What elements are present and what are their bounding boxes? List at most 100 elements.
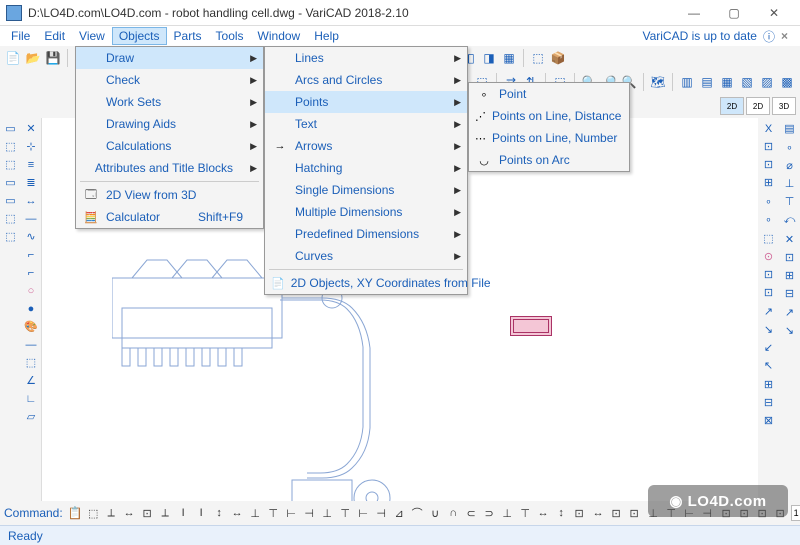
bottom-toolbar-button[interactable]: ⊂ <box>463 505 480 522</box>
toolbar-button[interactable]: ∘ <box>760 211 777 228</box>
toolbar-button[interactable]: ⊟ <box>760 394 777 411</box>
menu-item-single-dimensions[interactable]: Single Dimensions▶ <box>265 179 467 201</box>
bottom-toolbar-button[interactable]: ⊥ <box>247 505 264 522</box>
bottom-toolbar-button[interactable]: ↔ <box>229 505 246 522</box>
menu-objects[interactable]: Objects <box>112 27 167 45</box>
menu-item-2d-view-from-3d[interactable]: 🗔2D View from 3D <box>76 184 263 206</box>
toolbar-button[interactable]: ⌐ <box>23 246 40 263</box>
menu-edit[interactable]: Edit <box>37 27 72 45</box>
bottom-toolbar-button[interactable]: ⊿ <box>391 505 408 522</box>
menu-item-multiple-dimensions[interactable]: Multiple Dimensions▶ <box>265 201 467 223</box>
toolbar-button[interactable]: ⊞ <box>760 174 777 191</box>
toolbar-button[interactable]: ▦ <box>718 73 736 91</box>
info-icon[interactable]: ⓘ <box>763 28 775 45</box>
toolbar-button[interactable]: ⬚ <box>2 138 19 155</box>
bottom-toolbar-button[interactable]: ∪ <box>427 505 444 522</box>
menu-file[interactable]: File <box>4 27 37 45</box>
toolbar-button[interactable]: ∠ <box>23 372 40 389</box>
menu-item-2d-objects-xy-coordinates-from-file[interactable]: 📄2D Objects, XY Coordinates from File <box>265 272 467 294</box>
bottom-toolbar-button[interactable]: ⊤ <box>337 505 354 522</box>
menu-item-text[interactable]: Text▶ <box>265 113 467 135</box>
menu-tools[interactable]: Tools <box>209 27 251 45</box>
menu-item-predefined-dimensions[interactable]: Predefined Dimensions▶ <box>265 223 467 245</box>
toolbar-button[interactable]: ▨ <box>758 73 776 91</box>
toolbar-button[interactable]: ⌀ <box>781 157 798 174</box>
bottom-toolbar-button[interactable]: ⟂ <box>157 505 174 522</box>
menu-item-points[interactable]: Points▶ <box>265 91 467 113</box>
toolbar-button[interactable]: ↗ <box>781 304 798 321</box>
toolbar-button[interactable]: ✕ <box>781 231 798 248</box>
bottom-toolbar-button[interactable]: ⊃ <box>481 505 498 522</box>
toolbar-button[interactable]: 📂 <box>24 49 42 67</box>
toolbar-button[interactable]: ⬚ <box>760 230 777 247</box>
bottom-toolbar-button[interactable]: ↔ <box>121 505 138 522</box>
toolbar-button[interactable]: ▭ <box>2 174 19 191</box>
toolbar-button[interactable]: ⌐ <box>23 264 40 281</box>
toolbar-button[interactable]: ▩ <box>778 73 796 91</box>
toolbar-button[interactable]: 📦 <box>549 49 567 67</box>
toolbar-button[interactable]: ○ <box>23 282 40 299</box>
bottom-toolbar-button[interactable]: ⟂ <box>103 505 120 522</box>
bottom-toolbar-button[interactable]: ⊡ <box>571 505 588 522</box>
toolbar-button[interactable]: ▭ <box>2 192 19 209</box>
toolbar-button[interactable]: ⊞ <box>781 267 798 284</box>
toolbar-button[interactable]: ↖ <box>760 357 777 374</box>
toolbar-button[interactable]: ∘ <box>760 193 777 210</box>
bottom-toolbar-button[interactable]: ↕ <box>211 505 228 522</box>
bottom-toolbar-button[interactable]: ↔ <box>535 505 552 522</box>
toolbar-button[interactable]: ⊡ <box>781 249 798 266</box>
bottom-toolbar-button[interactable]: ↕ <box>553 505 570 522</box>
toolbar-button[interactable]: ⊥ <box>781 175 798 192</box>
menu-item-hatching[interactable]: Hatching▶ <box>265 157 467 179</box>
toolbar-button[interactable]: ▱ <box>23 408 40 425</box>
menu-item-points-on-arc[interactable]: ◡Points on Arc <box>469 149 629 171</box>
menu-window[interactable]: Window <box>251 27 308 45</box>
menu-item-lines[interactable]: Lines▶ <box>265 47 467 69</box>
toolbar-button[interactable]: ↗ <box>760 303 777 320</box>
menu-view[interactable]: View <box>72 27 112 45</box>
bottom-toolbar-button[interactable]: ⊡ <box>139 505 156 522</box>
toolbar-button[interactable]: ⊞ <box>760 376 777 393</box>
bottom-toolbar-button[interactable]: ↔ <box>590 505 607 522</box>
bottom-toolbar-button[interactable]: ⊥ <box>319 505 336 522</box>
menu-help[interactable]: Help <box>307 27 346 45</box>
toolbar-button[interactable]: ⤺ <box>781 212 798 229</box>
toolbar-button[interactable]: ∟ <box>23 390 40 407</box>
toolbar-button[interactable]: ↘ <box>781 322 798 339</box>
bottom-toolbar-button[interactable]: ⊤ <box>265 505 282 522</box>
toolbar-button[interactable]: — <box>23 210 40 227</box>
title-block-object[interactable] <box>510 316 552 336</box>
close-button[interactable]: ✕ <box>754 0 794 26</box>
menu-item-calculator[interactable]: 🧮CalculatorShift+F9 <box>76 206 263 228</box>
menu-item-points-on-line-number[interactable]: ⋯Points on Line, Number <box>469 127 629 149</box>
toolbar-button[interactable]: ↔ <box>23 192 40 209</box>
maximize-button[interactable]: ▢ <box>714 0 754 26</box>
menu-item-check[interactable]: Check▶ <box>76 69 263 91</box>
bottom-toolbar-button[interactable]: ⬚ <box>85 505 102 522</box>
menu-item-draw[interactable]: Draw▶ <box>76 47 263 69</box>
toolbar-button[interactable]: ⊤ <box>781 193 798 210</box>
menu-item-points-on-line-distance[interactable]: ⋰Points on Line, Distance <box>469 105 629 127</box>
menu-item-point[interactable]: ∘Point <box>469 83 629 105</box>
toolbar-button[interactable]: ⬚ <box>23 354 40 371</box>
menu-item-drawing-aids[interactable]: Drawing Aids▶ <box>76 113 263 135</box>
toolbar-button[interactable]: ↙ <box>760 339 777 356</box>
toolbar-button[interactable]: ▭ <box>2 120 19 137</box>
toolbar-button[interactable]: ▤ <box>781 120 798 137</box>
bottom-toolbar-button[interactable]: ⊤ <box>517 505 534 522</box>
view-mode-2d[interactable]: 2D <box>746 97 770 115</box>
menu-item-calculations[interactable]: Calculations▶ <box>76 135 263 157</box>
toolbar-button[interactable]: ≣ <box>23 174 40 191</box>
bottom-toolbar-button[interactable]: ⊥ <box>499 505 516 522</box>
dismiss-icon[interactable]: × <box>781 29 788 43</box>
bottom-toolbar-button[interactable]: ⊡ <box>626 505 643 522</box>
bottom-toolbar-button[interactable]: ⌒ <box>409 505 426 522</box>
toolbar-button[interactable]: ✕ <box>23 120 40 137</box>
bottom-toolbar-button[interactable]: ∩ <box>445 505 462 522</box>
bottom-toolbar-button[interactable]: ⊡ <box>608 505 625 522</box>
toolbar-button[interactable]: ▥ <box>678 73 696 91</box>
bottom-toolbar-button[interactable]: I <box>193 505 210 522</box>
menu-item-attributes-and-title-blocks[interactable]: Attributes and Title Blocks▶ <box>76 157 263 179</box>
toolbar-button[interactable]: 💾 <box>44 49 62 67</box>
bottom-toolbar-button[interactable]: I <box>175 505 192 522</box>
